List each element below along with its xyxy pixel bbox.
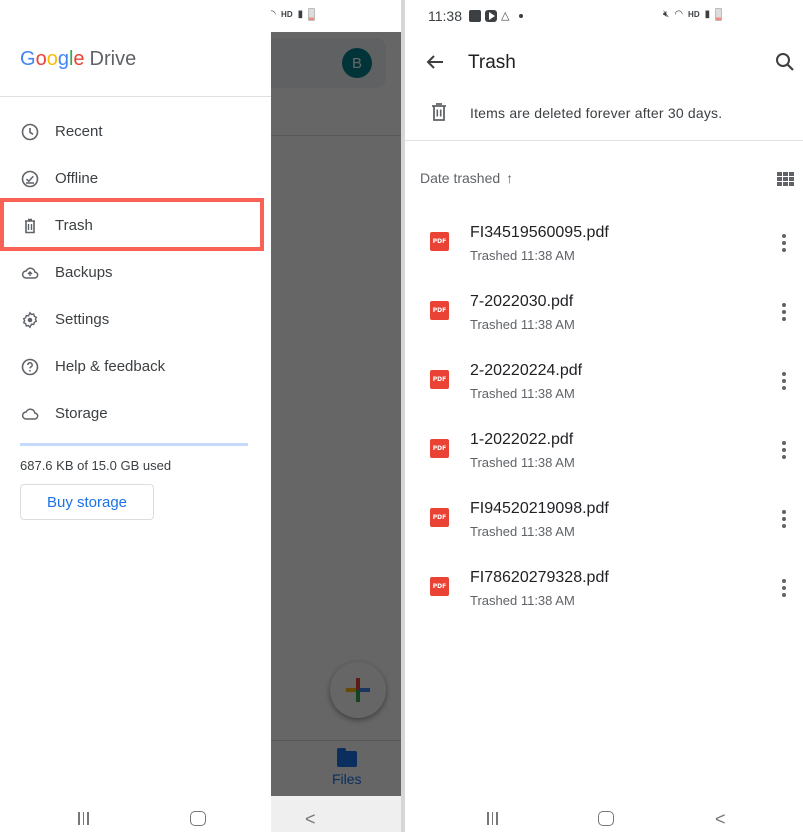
trash-notice: Items are deleted forever after 30 days. [405,96,803,132]
storage-usage-bar [20,443,248,446]
drawer-item-label: Recent [55,123,103,140]
drawer-item-label: Settings [55,311,110,328]
file-row[interactable]: PDF FI34519560095.pdf Trashed 11:38 AM [405,214,803,283]
pdf-file-icon: PDF [430,439,449,458]
file-name: 2-20220224.pdf [470,362,583,379]
home-button[interactable] [190,811,206,826]
gear-icon [21,311,39,329]
arrow-left-icon [426,55,443,69]
more-options-button[interactable] [779,441,789,459]
file-name: 1-2022022.pdf [470,431,574,448]
more-options-button[interactable] [779,579,789,597]
file-row[interactable]: PDF 7-2022030.pdf Trashed 11:38 AM [405,283,803,352]
pdf-file-icon: PDF [430,301,449,320]
sort-by-date-trashed[interactable]: Date trashed ↑ [420,170,513,186]
recents-button[interactable] [78,812,89,825]
drawer-item-storage[interactable]: Storage [0,390,271,437]
drawer-item-help-feedback[interactable]: Help & feedback [0,343,271,390]
search-button[interactable] [774,51,796,73]
system-nav-bar: < [405,796,803,832]
drawer-item-label: Backups [55,264,113,281]
offline-check-icon [21,170,39,188]
more-options-button[interactable] [779,234,789,252]
file-row[interactable]: PDF 1-2022022.pdf Trashed 11:38 AM [405,421,803,490]
back-nav-button[interactable]: < [305,809,316,830]
grid-view-toggle[interactable] [777,172,794,187]
pdf-file-icon: PDF [430,508,449,527]
home-button[interactable] [598,811,614,826]
arrow-up-icon: ↑ [506,170,514,186]
pdf-file-icon: PDF [430,370,449,389]
google-drive-logo: Google Drive [20,48,137,70]
file-row[interactable]: PDF FI94520219098.pdf Trashed 11:38 AM [405,490,803,559]
file-name: FI34519560095.pdf [470,224,609,241]
drawer-item-label: Help & feedback [55,358,166,375]
cloud-upload-icon [21,264,39,282]
file-trashed-time: Trashed 11:38 AM [470,455,575,470]
pdf-file-icon: PDF [430,577,449,596]
file-name: FI94520219098.pdf [470,500,609,517]
drawer-item-label: Offline [55,170,99,187]
storage-used-text: 687.6 KB of 15.0 GB used [20,458,172,473]
file-row[interactable]: PDF FI78620279328.pdf Trashed 11:38 AM [405,559,803,628]
app-bar: Trash [405,40,803,86]
back-button[interactable] [423,50,447,74]
system-nav-bar: < [0,796,401,832]
file-trashed-time: Trashed 11:38 AM [470,593,575,608]
more-notifications-dot-icon [519,14,524,18]
file-name: FI78620279328.pdf [470,569,609,586]
trash-icon [21,217,39,235]
cloud-icon [21,405,39,423]
drawer-item-label: Storage [55,405,108,422]
mute-icon: 🔇︎ [663,9,670,20]
file-row[interactable]: PDF 2-20220224.pdf Trashed 11:38 AM [405,352,803,421]
drawer-item-label: Trash [55,217,93,234]
help-icon [21,358,39,376]
search-icon [776,53,794,71]
signal-icon: ▮ [704,9,711,20]
wifi-icon: ◠ [674,9,684,20]
page-title: Trash [468,52,516,73]
file-trashed-time: Trashed 11:38 AM [470,386,575,401]
play-notification-icon [485,10,497,22]
notice-text: Items are deleted forever after 30 days. [470,105,723,121]
drawer-item-backups[interactable]: Backups [0,249,271,296]
drawer-item-recent[interactable]: Recent [0,108,271,155]
clock-icon [21,123,39,141]
drawer-item-settings[interactable]: Settings [0,296,271,343]
file-trashed-time: Trashed 11:38 AM [470,317,575,332]
status-bar: 11:38 △ 🔇︎ ◠ HD ▮ [405,0,803,32]
drawer-divider [0,96,271,97]
drawer-item-offline[interactable]: Offline [0,155,271,202]
left-phone-screen: 11:38 △ 🔇︎ ◠ HD ▮ B omputers iles or cre… [0,0,401,832]
status-time: 11:38 [428,8,462,24]
pdf-file-icon: PDF [430,232,449,251]
file-name: 7-2022030.pdf [470,293,574,310]
sort-label: Date trashed [420,170,501,186]
gallery-notification-icon [469,10,481,22]
file-trashed-time: Trashed 11:38 AM [470,524,575,539]
trash-icon [430,102,448,127]
drawer-item-trash[interactable]: Trash [0,202,271,249]
right-phone-screen: 11:38 △ 🔇︎ ◠ HD ▮ Trash Items are delete… [405,0,803,832]
recents-button[interactable] [487,812,498,825]
buy-storage-button[interactable]: Buy storage [20,484,154,520]
notice-divider [405,140,803,141]
more-options-button[interactable] [779,303,789,321]
file-list: PDF FI34519560095.pdf Trashed 11:38 AM P… [405,214,803,628]
hd-indicator: HD [688,10,700,19]
file-trashed-time: Trashed 11:38 AM [470,248,575,263]
navigation-drawer: Google Drive Recent Offline Trash Backup… [0,0,271,832]
more-options-button[interactable] [779,372,789,390]
battery-icon [715,8,723,21]
back-nav-button[interactable]: < [715,809,726,830]
more-options-button[interactable] [779,510,789,528]
drive-notification-icon: △ [501,10,510,22]
